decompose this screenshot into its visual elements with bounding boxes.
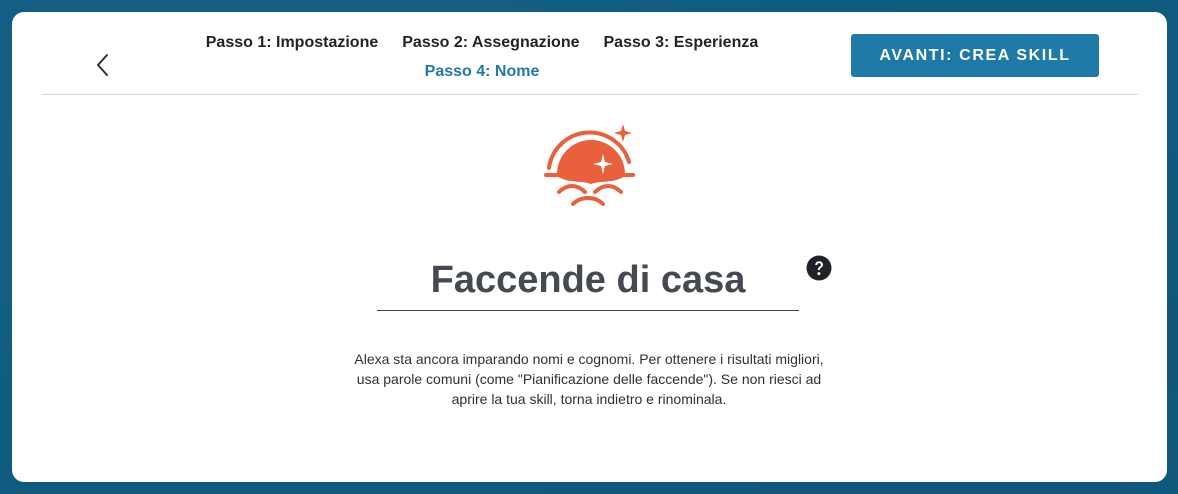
skill-setup-card: Passo 1: Impostazione Passo 2: Assegnazi… xyxy=(12,12,1167,482)
skill-name-field[interactable] xyxy=(377,254,799,311)
step-2-tab[interactable]: Passo 2: Assegnazione xyxy=(402,32,579,54)
step-3-tab[interactable]: Passo 3: Esperienza xyxy=(604,32,759,54)
next-create-skill-button[interactable]: AVANTI: CREA SKILL xyxy=(851,34,1099,77)
chevron-left-icon xyxy=(97,54,108,76)
step-navigation: Passo 1: Impostazione Passo 2: Assegnazi… xyxy=(162,32,802,83)
header-divider xyxy=(42,94,1138,95)
step-4-tab[interactable]: Passo 4: Nome xyxy=(425,61,540,83)
sunrise-sparkle-icon xyxy=(544,124,635,206)
back-button[interactable] xyxy=(82,42,122,88)
step-1-tab[interactable]: Passo 1: Impostazione xyxy=(206,32,379,54)
skill-name-input[interactable] xyxy=(377,254,799,306)
naming-hint-text: Alexa sta ancora imparando nomi e cognom… xyxy=(354,351,824,407)
question-circle-icon[interactable] xyxy=(806,255,832,281)
